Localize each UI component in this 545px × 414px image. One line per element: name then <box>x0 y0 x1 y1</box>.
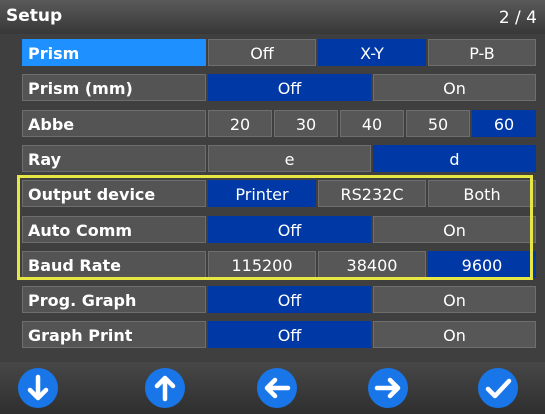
setting-label[interactable]: Auto Comm <box>22 215 206 243</box>
option-button[interactable]: 40 <box>340 109 404 137</box>
option-button[interactable]: 115200 <box>208 250 316 278</box>
setting-row-ray: Ray e d <box>22 143 538 175</box>
confirm-button[interactable] <box>478 368 518 408</box>
arrow-up-icon <box>154 375 176 402</box>
option-button[interactable]: On <box>373 215 536 243</box>
down-button[interactable] <box>18 368 58 408</box>
option-button[interactable]: On <box>373 286 536 314</box>
option-button[interactable]: 9600 <box>428 250 536 278</box>
option-button[interactable]: 38400 <box>318 250 426 278</box>
right-button[interactable] <box>368 368 408 408</box>
option-button[interactable]: d <box>373 144 536 172</box>
setting-label[interactable]: Prog. Graph <box>22 286 206 314</box>
setting-row-prism-mm: Prism (mm) Off On <box>22 72 538 104</box>
left-button[interactable] <box>257 368 297 408</box>
arrow-right-icon <box>374 377 401 399</box>
setting-label[interactable]: Prism (mm) <box>22 74 206 102</box>
setting-row-graph-print: Graph Print Off On <box>22 319 538 351</box>
option-button[interactable]: X-Y <box>318 39 426 66</box>
option-button[interactable]: e <box>208 144 371 172</box>
setting-row-prism: Prism Off X-Y P-B <box>22 37 538 69</box>
setting-row-output-device: Output device Printer RS232C Both <box>22 178 538 210</box>
option-button[interactable]: Both <box>428 180 536 208</box>
option-button[interactable]: Off <box>208 321 371 349</box>
option-button[interactable]: Off <box>208 215 371 243</box>
setting-label[interactable]: Output device <box>22 180 206 208</box>
option-button[interactable]: Off <box>208 39 316 66</box>
option-button[interactable]: 20 <box>208 109 272 137</box>
option-button[interactable]: P-B <box>428 39 536 66</box>
option-button[interactable]: RS232C <box>318 180 426 208</box>
setting-label[interactable]: Baud Rate <box>22 250 206 278</box>
check-icon <box>485 378 512 399</box>
setting-row-auto-comm: Auto Comm Off On <box>22 214 538 246</box>
up-button[interactable] <box>145 368 185 408</box>
option-button[interactable]: 30 <box>274 109 338 137</box>
setting-row-baud-rate: Baud Rate 115200 38400 9600 <box>22 249 538 281</box>
setting-row-abbe: Abbe 20 30 40 50 60 <box>22 108 538 140</box>
setting-label[interactable]: Graph Print <box>22 321 206 349</box>
option-button[interactable]: 50 <box>406 109 470 137</box>
option-button[interactable]: On <box>373 74 536 102</box>
arrow-down-icon <box>27 374 49 401</box>
page-indicator: 2 / 4 <box>498 8 537 28</box>
option-button[interactable]: 60 <box>472 109 536 137</box>
setting-label[interactable]: Abbe <box>22 109 206 137</box>
setting-row-prog-graph: Prog. Graph Off On <box>22 284 538 316</box>
setting-label[interactable]: Ray <box>22 144 206 172</box>
option-button[interactable]: Off <box>208 74 371 102</box>
option-button[interactable]: Off <box>208 286 371 314</box>
option-button[interactable]: On <box>373 321 536 349</box>
setting-label[interactable]: Prism <box>22 39 206 66</box>
option-button[interactable]: Printer <box>208 180 316 208</box>
title-bar: Setup 2 / 4 <box>0 0 545 34</box>
arrow-left-icon <box>264 377 291 399</box>
page-title: Setup <box>6 6 63 26</box>
navigation-bar <box>0 362 545 414</box>
